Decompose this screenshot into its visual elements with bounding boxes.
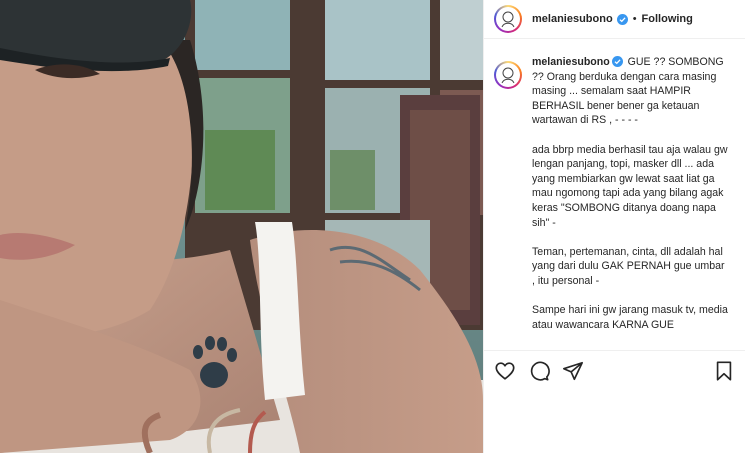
post-header: melaniesubono • Following <box>484 0 745 39</box>
action-bar <box>484 350 745 390</box>
post-sidebar: melaniesubono • Following melaniesubono … <box>483 0 745 453</box>
avatar-drawing-icon <box>501 11 515 28</box>
caption-paragraph: ada bbrp media berhasil tau aja walau gw… <box>532 143 731 229</box>
post-photo[interactable] <box>0 0 483 453</box>
avatar-drawing-icon <box>501 67 515 84</box>
comment-icon[interactable] <box>528 360 550 382</box>
share-icon[interactable] <box>562 360 584 382</box>
bookmark-icon[interactable] <box>713 360 735 382</box>
caption-paragraph: Sampe hari ini gw jarang masuk tv, media… <box>532 304 731 331</box>
caption-paragraph: melaniesubono GUE ?? SOMBONG ?? Orang be… <box>532 55 728 128</box>
author-avatar[interactable] <box>494 5 522 33</box>
selfie-photo <box>0 0 483 453</box>
following-button[interactable]: Following <box>642 13 693 25</box>
author-username[interactable]: melaniesubono <box>532 13 613 25</box>
caption-area: melaniesubono GUE ?? SOMBONG ?? Orang be… <box>494 55 737 347</box>
heart-icon[interactable] <box>494 360 516 382</box>
verified-badge-icon <box>616 13 628 25</box>
caption-paragraph: Teman, pertemanan, cinta, dll adalah hal… <box>532 245 728 287</box>
caption-username[interactable]: melaniesubono <box>532 56 610 68</box>
verified-badge-icon <box>611 56 623 67</box>
post-caption: melaniesubono GUE ?? SOMBONG ?? Orang be… <box>532 55 728 347</box>
header-separator: • <box>632 13 637 25</box>
caption-avatar[interactable] <box>494 61 522 89</box>
